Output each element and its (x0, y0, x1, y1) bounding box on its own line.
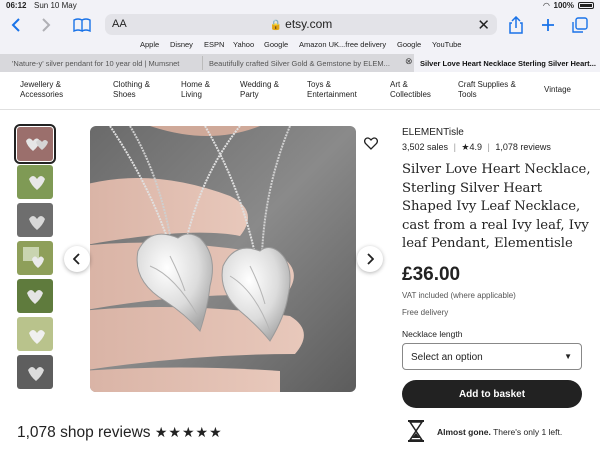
favorite-link[interactable]: Google (264, 40, 288, 49)
url-text: etsy.com (285, 17, 333, 31)
favorite-link[interactable]: Amazon UK...free delivery (299, 40, 386, 49)
favorite-link[interactable]: Google (397, 40, 421, 49)
stock-notice: Almost gone. There's only 1 left. (437, 427, 562, 437)
tabs-icon[interactable] (570, 15, 590, 35)
chevron-right-icon[interactable] (36, 15, 56, 35)
chevron-right-icon (367, 253, 374, 265)
star-icon: ★ (461, 142, 470, 152)
main-product-image[interactable] (90, 126, 356, 392)
favorites-bar: Apple Disney ESPN Yahoo Google Amazon UK… (0, 40, 600, 52)
close-icon[interactable]: ✕ (477, 16, 490, 34)
vat-note: VAT included (where applicable) (402, 291, 516, 300)
category-clothing[interactable]: Clothing & Shoes (113, 80, 168, 100)
product-thumbnail[interactable] (14, 124, 56, 164)
category-toys[interactable]: Toys & Entertainment (307, 80, 377, 100)
product-title: Silver Love Heart Necklace, Sterling Sil… (402, 162, 591, 252)
delivery-note: Free delivery (402, 308, 449, 317)
battery-percent: 100% (553, 1, 574, 10)
tab-current-product[interactable]: Silver Love Heart Necklace Sterling Silv… (414, 54, 600, 72)
product-price: £36.00 (402, 264, 461, 285)
star-rating-icon: ★★★★★ (154, 424, 223, 440)
status-date: Sun 10 May (34, 1, 77, 10)
favorite-link[interactable]: ESPN (204, 40, 224, 49)
browser-chrome: 06:12 Sun 10 May ◠ 100% AA 🔒etsy.com ✕ (0, 0, 600, 72)
product-thumbnail[interactable] (17, 241, 53, 275)
status-indicators: ◠ 100% (543, 1, 594, 10)
product-thumbnail[interactable] (17, 203, 53, 237)
necklace-length-select[interactable]: Select an option ▼ (402, 343, 582, 370)
product-thumbnail[interactable] (17, 355, 53, 389)
reviews-count-title: 1,078 shop reviews (17, 424, 151, 441)
previous-image-button[interactable] (64, 246, 90, 272)
share-icon[interactable] (506, 15, 526, 35)
product-thumbnail[interactable] (17, 317, 53, 351)
chevron-left-icon[interactable] (6, 15, 26, 35)
address-bar[interactable]: AA 🔒 etsy.com ✕ (105, 14, 497, 35)
category-vintage[interactable]: Vintage (544, 85, 571, 95)
select-placeholder: Select an option (411, 352, 483, 363)
stock-text: There's only 1 left. (493, 427, 563, 437)
lock-icon: 🔒 (269, 20, 283, 31)
next-image-button[interactable] (357, 246, 383, 272)
favorite-link[interactable]: Yahoo (233, 40, 254, 49)
favorite-link[interactable]: Disney (170, 40, 193, 49)
category-art[interactable]: Art & Collectibles (390, 80, 450, 100)
category-wedding[interactable]: Wedding & Party (240, 80, 290, 100)
category-nav: Jewellery & Accessories Clothing & Shoes… (0, 72, 600, 110)
tab-elementisle-shop[interactable]: Beautifully crafted Silver Gold & Gemsto… (202, 56, 398, 70)
shop-meta: 3,502 sales | ★4.9 | 1,078 reviews (402, 142, 551, 152)
option-label: Necklace length (402, 329, 463, 339)
reviews-link[interactable]: 1,078 reviews (495, 142, 551, 152)
chevron-left-icon (73, 253, 80, 265)
shop-name-link[interactable]: ELEMENTisle (402, 127, 464, 138)
rating-value: 4.9 (469, 142, 483, 152)
battery-icon (578, 2, 594, 9)
favorite-link[interactable]: YouTube (432, 40, 461, 49)
plus-icon[interactable] (538, 15, 558, 35)
hourglass-icon (408, 420, 424, 442)
browser-toolbar: AA 🔒 etsy.com ✕ (0, 12, 600, 38)
sales-count: 3,502 sales (402, 142, 449, 152)
close-tab-icon[interactable]: ⊗ (405, 56, 413, 67)
product-thumbnail[interactable] (17, 279, 53, 313)
book-icon[interactable] (72, 15, 92, 35)
wifi-icon: ◠ (543, 1, 550, 10)
category-craft[interactable]: Craft Supplies & Tools (458, 80, 528, 100)
add-to-basket-button[interactable]: Add to basket (402, 380, 582, 408)
status-time: 06:12 (6, 1, 27, 10)
tab-bar: 'Nature-y' silver pendant for 10 year ol… (0, 54, 600, 72)
shop-reviews-heading: 1,078 shop reviews ★★★★★ (17, 424, 223, 442)
tab-mumsnet[interactable]: 'Nature-y' silver pendant for 10 year ol… (6, 56, 200, 70)
heart-icon[interactable] (363, 137, 379, 153)
category-home[interactable]: Home & Living (181, 80, 227, 100)
status-bar: 06:12 Sun 10 May ◠ 100% (0, 0, 600, 12)
url-display[interactable]: 🔒 etsy.com (105, 17, 497, 31)
caret-down-icon: ▼ (564, 352, 572, 361)
category-jewellery[interactable]: Jewellery & Accessories (20, 80, 95, 100)
favorite-link[interactable]: Apple (140, 40, 159, 49)
stock-strong: Almost gone. (437, 427, 491, 437)
product-thumbnail[interactable] (17, 165, 53, 199)
